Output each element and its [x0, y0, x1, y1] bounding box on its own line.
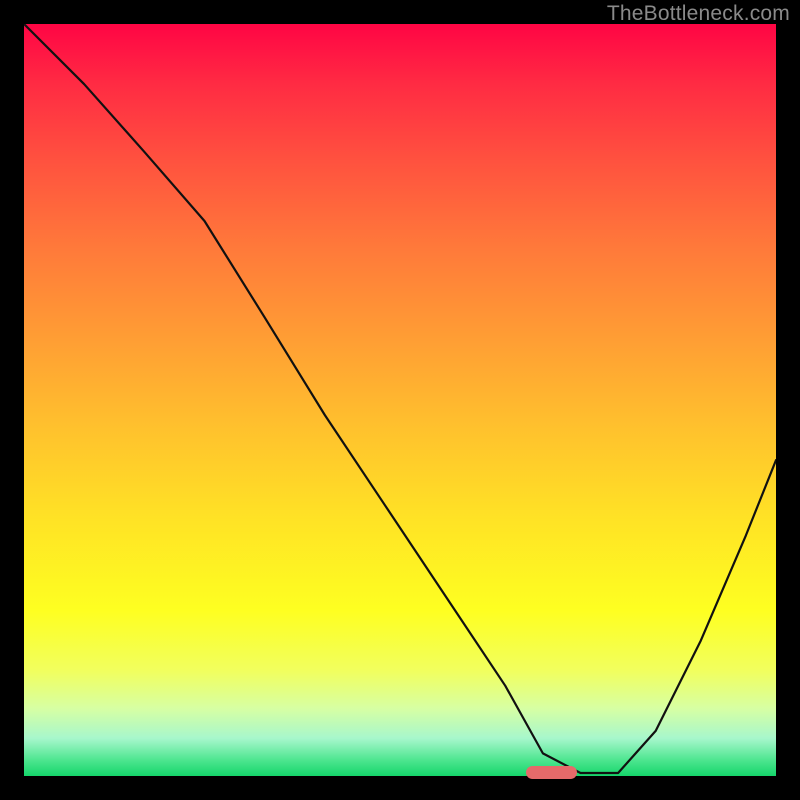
plot-area — [24, 24, 776, 776]
optimum-marker — [526, 766, 577, 779]
curve-svg — [24, 24, 776, 776]
watermark-text: TheBottleneck.com — [607, 2, 790, 26]
bottleneck-curve — [24, 24, 776, 773]
chart-wrapper: TheBottleneck.com — [0, 0, 800, 800]
